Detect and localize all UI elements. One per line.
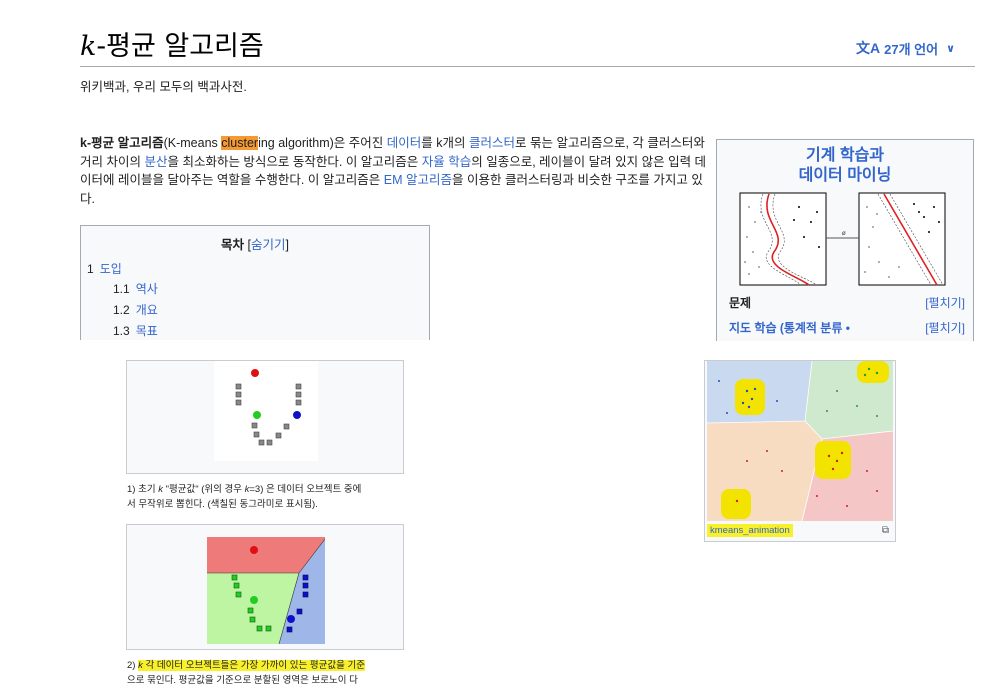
toc-bracket: ] (285, 238, 289, 252)
toc-link[interactable]: 도입 (100, 262, 122, 276)
expand-link[interactable]: [펼치기] (925, 294, 965, 311)
toc-header: 목차 [숨기기] (81, 234, 429, 253)
link-em-algorithm[interactable]: EM 알고리즘 (384, 173, 452, 187)
infobox-title-line: 기계 학습과 (805, 147, 885, 164)
link-cluster[interactable]: 클러스터 (469, 136, 515, 150)
lead-term: k-평균 알고리즘 (80, 136, 164, 150)
lead-text: (K-means (163, 136, 222, 150)
initial-means-diagram[interactable] (214, 361, 318, 461)
figure-initial-means (126, 360, 404, 474)
lead-text: 을 최소화하는 방식으로 동작한다. 이 알고리즘은 (167, 154, 422, 169)
link-data[interactable]: 데이터 (387, 136, 422, 150)
lead-paragraph: k-평균 알고리즘(K-means clustering algorithm)은… (80, 134, 710, 208)
title-italic-k: k (80, 31, 97, 62)
panel-right (858, 192, 946, 286)
title-rest: -평균 알고리즘 (96, 31, 264, 62)
caption-text: 각 데이터 오브젝트들은 가장 가까이 있는 평균값을 기준 (142, 660, 365, 671)
mean-red (251, 369, 259, 377)
toc-item-history[interactable]: 1.1 역사 (113, 280, 158, 297)
figure-1-caption: 1) 초기 k "평균값" (위의 경우 k=3) 은 데이터 오브젝트 중에 … (127, 482, 361, 512)
mean-green (250, 596, 258, 604)
toc-item-goal[interactable]: 1.3 목표 (113, 322, 158, 339)
kmeans-animation-image[interactable] (707, 361, 893, 521)
caption-text: 2) (127, 660, 139, 671)
toc-hide-link[interactable]: 숨기기 (251, 238, 286, 252)
caption-text: 서 무작위로 뽑힌다. (색칠된 동그라미로 표시됨). (127, 499, 318, 510)
expand-link[interactable]: [펼치기] (925, 319, 965, 336)
cluster-blob (857, 361, 889, 383)
figure-assign-clusters (126, 524, 404, 650)
chevron-down-icon: ∨ (946, 42, 956, 55)
infobox-title[interactable]: 기계 학습과 데이터 마이닝 (717, 146, 973, 186)
language-selector[interactable]: 文A 27개 언어 ∨ (856, 38, 955, 58)
lead-text: 를 k개의 (421, 136, 469, 150)
mean-red (250, 546, 258, 554)
lead-text: ing algorithm)은 주어진 (258, 136, 387, 150)
toc-item-intro[interactable]: 1 도입 (87, 260, 122, 277)
kmeans-animation-figure: kmeans_animation ⧉ (704, 360, 896, 542)
caption-text: =3) 은 데이터 오브젝트 중에 (249, 484, 362, 495)
infobox: 기계 학습과 데이터 마이닝 ø 문제 [펼치기] 지도 학습 (통계적 분류 … (716, 139, 974, 341)
infobox-row-supervised[interactable]: 지도 학습 (통계적 분류 • [펼치기] (729, 319, 965, 336)
page-title: k-평균 알고리즘 (80, 24, 264, 63)
infobox-row-label: 지도 학습 (통계적 분류 • (729, 321, 850, 335)
mean-blue (293, 411, 301, 419)
kmeans-animation-label[interactable]: kmeans_animation (707, 524, 793, 537)
toc-bracket: [ (244, 238, 251, 252)
caption-text: 으로 묶인다. 평균값을 기준으로 분할된 영역은 보로노이 다 (127, 675, 358, 686)
link-variance[interactable]: 분산 (144, 155, 167, 169)
table-of-contents: 목차 [숨기기] 1 도입 1.1 역사 1.2 개요 1.3 목표 (80, 225, 430, 340)
link-unsupervised-learning[interactable]: 자율 학습 (422, 155, 471, 169)
voronoi-diagram[interactable] (207, 537, 325, 644)
caption-text: "평균값" (위의 경우 (162, 484, 245, 495)
svm-illustration[interactable]: ø (739, 192, 947, 286)
infobox-row-label: 문제 (729, 296, 752, 310)
infobox-title-line: 데이터 마이닝 (798, 167, 892, 184)
language-count: 27개 언어 (884, 41, 939, 57)
title-divider (80, 66, 975, 67)
infobox-row-problems[interactable]: 문제 [펼치기] (729, 294, 965, 311)
toc-number: 1.1 (113, 282, 130, 296)
toc-number: 1 (87, 262, 94, 276)
search-highlight: cluster (221, 136, 259, 150)
toc-number: 1.2 (113, 303, 130, 317)
cluster-blob (721, 489, 751, 519)
mean-blue (287, 615, 295, 623)
cluster-blob (735, 379, 765, 415)
toc-link[interactable]: 목표 (136, 324, 158, 338)
cluster-blob (815, 441, 851, 479)
toc-link[interactable]: 역사 (136, 282, 158, 296)
enlarge-icon[interactable]: ⧉ (882, 525, 889, 536)
translate-icon: 文A (856, 40, 881, 56)
toc-link[interactable]: 개요 (136, 303, 158, 317)
figure-2-caption: 2) k 각 데이터 오브젝트들은 가장 가까이 있는 평균값을 기준 으로 묶… (127, 658, 365, 688)
toc-number: 1.3 (113, 324, 130, 338)
phi-symbol: ø (842, 230, 846, 237)
site-tagline: 위키백과, 우리 모두의 백과사전. (80, 80, 247, 94)
toc-title: 목차 (221, 238, 245, 252)
mean-green (253, 411, 261, 419)
toc-item-overview[interactable]: 1.2 개요 (113, 301, 158, 318)
caption-text: 1) 초기 (127, 484, 159, 495)
